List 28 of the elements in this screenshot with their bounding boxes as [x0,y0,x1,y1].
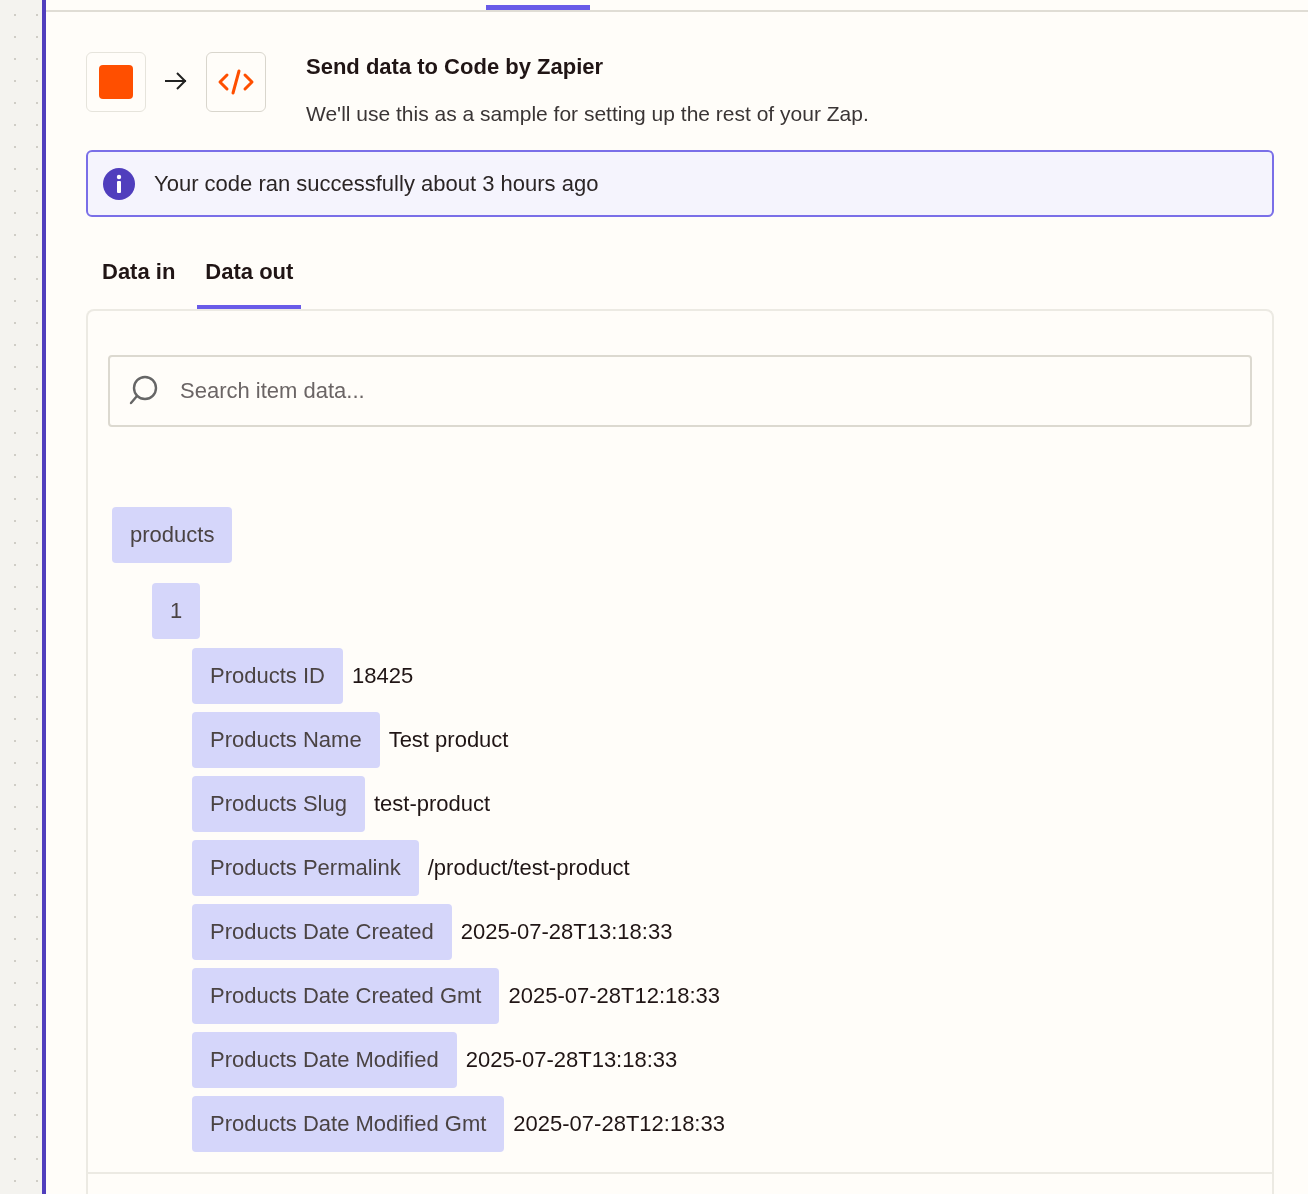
step-title: Send data to Code by Zapier [306,54,605,80]
tree-key[interactable]: 1 [152,583,201,639]
field-key[interactable]: Products Date Created [192,904,452,960]
field-key[interactable]: Products Date Modified [192,1032,457,1088]
field-key[interactable]: Products Slug [192,776,365,832]
field-value: Test product [388,727,509,753]
search-field[interactable]: Search item data... [108,355,1252,427]
field-value: 2025-07-28T13:18:33 [465,1047,678,1073]
field-key[interactable]: Products Date Modified Gmt [192,1096,505,1152]
field-value: /product/test-product [427,855,630,881]
banner-text: Your code ran successfully about 3 hours ago [154,170,599,197]
field-value: 2025-07-28T13:18:33 [460,919,673,945]
field-value: 18425 [351,663,414,689]
field-key[interactable]: Products Date Created Gmt [192,968,500,1024]
tab[interactable]: Data out [197,259,302,309]
field-key[interactable]: Products Name [192,712,380,768]
step-subtitle: We'll use this as a sample for setting up the rest of your Zap. [306,102,869,126]
arrow-icon [163,70,189,92]
field-value: test-product [373,791,491,817]
app-icon [86,52,146,112]
field-value: 2025-07-28T12:18:33 [508,983,721,1009]
info-icon [102,166,136,201]
code-icon [206,52,266,112]
tree-key[interactable]: products [112,507,233,563]
tab[interactable]: Data in [94,259,184,309]
field-value: 2025-07-28T12:18:33 [513,1111,725,1137]
field-key[interactable]: Products ID [192,648,343,704]
field-key[interactable]: Products Permalink [192,840,419,896]
